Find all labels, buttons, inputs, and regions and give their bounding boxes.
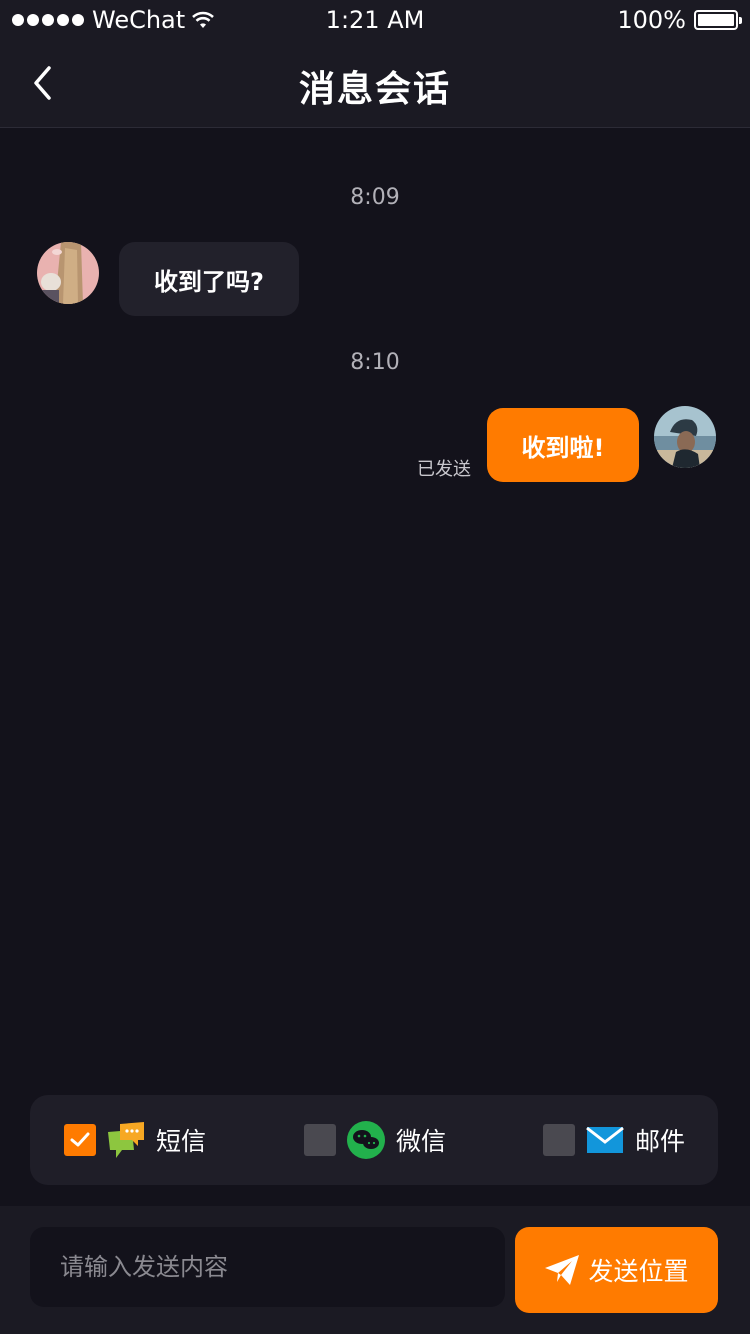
status-bar: WeChat 1:21 AM 100% xyxy=(0,0,750,40)
sms-checkbox[interactable] xyxy=(64,1124,96,1156)
mail-checkbox[interactable] xyxy=(543,1124,575,1156)
channel-option-mail[interactable]: 邮件 xyxy=(543,1095,685,1185)
nav-bar: 消息会话 xyxy=(0,40,750,128)
wechat-label: 微信 xyxy=(396,1127,447,1156)
mail-icon xyxy=(585,1120,625,1160)
message-timestamp: 8:10 xyxy=(350,350,400,375)
check-icon xyxy=(70,1132,90,1147)
page-title: 消息会话 xyxy=(298,69,451,110)
contact-avatar[interactable] xyxy=(37,242,99,304)
send-location-button[interactable]: 发送位置 xyxy=(515,1227,718,1313)
user-avatar[interactable] xyxy=(654,406,716,468)
message-timestamp: 8:09 xyxy=(350,185,400,210)
message-composer: 发送位置 xyxy=(0,1206,750,1334)
outgoing-message-bubble[interactable]: 收到啦! xyxy=(487,408,639,482)
channel-option-wechat[interactable]: 微信 xyxy=(304,1095,446,1185)
contact-avatar-image xyxy=(37,242,99,304)
send-location-label: 发送位置 xyxy=(588,1257,689,1286)
battery-status: 100% xyxy=(617,6,742,34)
wechat-icon xyxy=(346,1120,386,1160)
sms-icon xyxy=(106,1120,146,1160)
incoming-message-bubble[interactable]: 收到了吗? xyxy=(119,242,299,316)
channel-selector: 短信 微信 邮件 xyxy=(30,1095,718,1185)
message-input[interactable] xyxy=(30,1227,505,1307)
mail-label: 邮件 xyxy=(635,1127,686,1156)
channel-option-sms[interactable]: 短信 xyxy=(64,1095,206,1185)
sms-label: 短信 xyxy=(156,1127,207,1156)
paper-plane-icon xyxy=(545,1255,580,1285)
user-avatar-image xyxy=(654,406,716,468)
wechat-checkbox[interactable] xyxy=(304,1124,336,1156)
battery-icon xyxy=(694,10,742,30)
message-sent-status: 已发送 xyxy=(417,459,471,480)
battery-percentage: 100% xyxy=(617,6,686,34)
